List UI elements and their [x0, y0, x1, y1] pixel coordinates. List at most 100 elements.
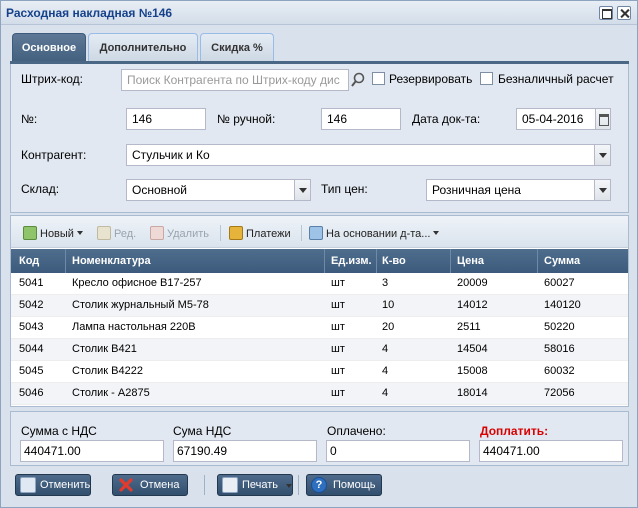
- cell-code: 5044: [19, 343, 44, 355]
- edit-button-label: Ред.: [114, 228, 137, 240]
- cell-unit: шт: [331, 299, 345, 311]
- paid-field[interactable]: 0: [326, 440, 470, 462]
- window-titlebar[interactable]: Расходная накладная №146: [1, 1, 637, 25]
- cell-qty: 4: [382, 365, 389, 377]
- delete-icon: [150, 226, 164, 240]
- cancel-icon: [118, 477, 134, 493]
- main-form-panel: Штрих-код: Поиск Контрагента по Штрих-ко…: [10, 64, 629, 213]
- cell-sum: 60027: [544, 277, 575, 289]
- contractor-value: Стульчик и Ко: [132, 148, 210, 162]
- search-icon[interactable]: [349, 69, 367, 91]
- cell-unit: шт: [331, 343, 345, 355]
- column-divider: [376, 249, 377, 273]
- cell-price: 2511: [457, 321, 481, 333]
- grid-header: Код Номенклатура Ед.изм. К-во Цена Сумма: [11, 249, 628, 273]
- table-row[interactable]: 5043 Лампа настольная 220В шт 20 2511 50…: [11, 317, 628, 339]
- cell-unit: шт: [331, 277, 345, 289]
- manual-number-field[interactable]: 146: [321, 108, 401, 130]
- manual-number-label: № ручной:: [217, 112, 276, 126]
- cell-qty: 10: [382, 299, 395, 311]
- unpost-button-label: Отменить: [40, 479, 91, 491]
- price-type-select[interactable]: Розничная цена: [426, 179, 611, 201]
- chevron-down-icon: [433, 231, 440, 235]
- table-row[interactable]: 5042 Столик журнальный М5-78 шт 10 14012…: [11, 295, 628, 317]
- table-row[interactable]: 5046 Столик - А2875 шт 4 18014 72056: [11, 383, 628, 405]
- edit-icon: [97, 226, 111, 240]
- cell-name: Столик журнальный М5-78: [72, 299, 209, 311]
- cell-name: Столик - А2875: [72, 387, 150, 399]
- column-header-qty[interactable]: К-во: [382, 255, 406, 267]
- cell-price: 14504: [457, 343, 488, 355]
- column-divider: [537, 249, 538, 273]
- based-on-button[interactable]: На основании д-та...: [309, 226, 440, 240]
- column-header-price[interactable]: Цена: [457, 255, 484, 267]
- cashless-label: Безналичный расчет: [498, 72, 614, 86]
- cell-price: 20009: [457, 277, 488, 289]
- table-row[interactable]: 5045 Столик В4222 шт 4 15008 60032: [11, 361, 628, 383]
- cell-name: Столик В4222: [72, 365, 143, 377]
- cell-name: Лампа настольная 220В: [72, 321, 196, 333]
- chevron-down-icon[interactable]: [294, 180, 310, 200]
- sum-vat-label: Сумма с НДС: [21, 424, 97, 438]
- print-button[interactable]: Печать: [217, 474, 293, 496]
- help-button[interactable]: ? Помощь: [306, 474, 382, 496]
- payments-button-label: Платежи: [246, 228, 291, 240]
- calendar-icon[interactable]: [595, 109, 610, 129]
- to-pay-label: Доплатить:: [480, 424, 549, 438]
- grid-toolbar: Новый Ред. Удалить Платежи На основании …: [11, 216, 628, 248]
- tab-additional[interactable]: Дополнительно: [88, 33, 198, 62]
- barcode-search-input[interactable]: Поиск Контрагента по Штрих-коду дис: [121, 69, 349, 91]
- warehouse-label: Склад:: [21, 182, 60, 196]
- column-divider: [324, 249, 325, 273]
- items-grid-panel: Новый Ред. Удалить Платежи На основании …: [10, 215, 629, 407]
- totals-panel: Сумма с НДС 440471.00 Сума НДС 67190.49 …: [10, 411, 629, 466]
- warehouse-value: Основной: [132, 183, 188, 197]
- date-value: 05-04-2016: [522, 112, 584, 126]
- new-button-label: Новый: [40, 228, 74, 240]
- help-icon: ?: [311, 477, 327, 493]
- toolbar-separator: [301, 225, 302, 241]
- column-header-code[interactable]: Код: [19, 255, 39, 267]
- payments-button[interactable]: Платежи: [229, 226, 291, 240]
- date-label: Дата док-та:: [412, 112, 481, 126]
- cell-price: 18014: [457, 387, 488, 399]
- reserve-checkbox[interactable]: [372, 72, 385, 85]
- unpost-button[interactable]: Отменить: [15, 474, 91, 496]
- cell-price: 15008: [457, 365, 488, 377]
- vat-label: Сума НДС: [173, 424, 232, 438]
- toolbar-separator: [220, 225, 221, 241]
- table-row[interactable]: 5044 Столик В421 шт 4 14504 58016: [11, 339, 628, 361]
- to-pay-field[interactable]: 440471.00: [479, 440, 623, 462]
- column-header-sum[interactable]: Сумма: [544, 255, 580, 267]
- chevron-down-icon[interactable]: [594, 145, 610, 165]
- cashless-checkbox[interactable]: [480, 72, 493, 85]
- cell-unit: шт: [331, 365, 345, 377]
- close-icon[interactable]: [617, 6, 631, 20]
- column-divider: [450, 249, 451, 273]
- cancel-button[interactable]: Отмена: [112, 474, 188, 496]
- sum-vat-field[interactable]: 440471.00: [20, 440, 164, 462]
- column-header-unit[interactable]: Ед.изм.: [331, 255, 372, 267]
- tab-discount[interactable]: Скидка %: [200, 33, 274, 62]
- delete-button-label: Удалить: [167, 228, 209, 240]
- edit-button[interactable]: Ред.: [97, 226, 136, 240]
- table-row[interactable]: 5041 Кресло офисное В17-257 шт 3 20009 6…: [11, 273, 628, 295]
- invoice-window: Расходная накладная №146 Основное Дополн…: [0, 0, 638, 508]
- chevron-down-icon[interactable]: [594, 180, 610, 200]
- warehouse-select[interactable]: Основной: [126, 179, 311, 201]
- number-field[interactable]: 146: [126, 108, 206, 130]
- printer-icon: [222, 477, 238, 493]
- reserve-label: Резервировать: [389, 72, 473, 86]
- tab-main[interactable]: Основное: [12, 33, 86, 62]
- maximize-icon[interactable]: [599, 6, 613, 20]
- column-header-name[interactable]: Номенклатура: [72, 255, 151, 267]
- footer-separator: [204, 475, 205, 495]
- price-type-value: Розничная цена: [432, 183, 521, 197]
- new-button[interactable]: Новый: [23, 226, 83, 240]
- contractor-select[interactable]: Стульчик и Ко: [126, 144, 611, 166]
- based-on-button-label: На основании д-та...: [326, 228, 431, 240]
- vat-field[interactable]: 67190.49: [173, 440, 317, 462]
- date-field[interactable]: 05-04-2016: [516, 108, 611, 130]
- delete-button[interactable]: Удалить: [150, 226, 209, 240]
- cell-qty: 4: [382, 387, 389, 399]
